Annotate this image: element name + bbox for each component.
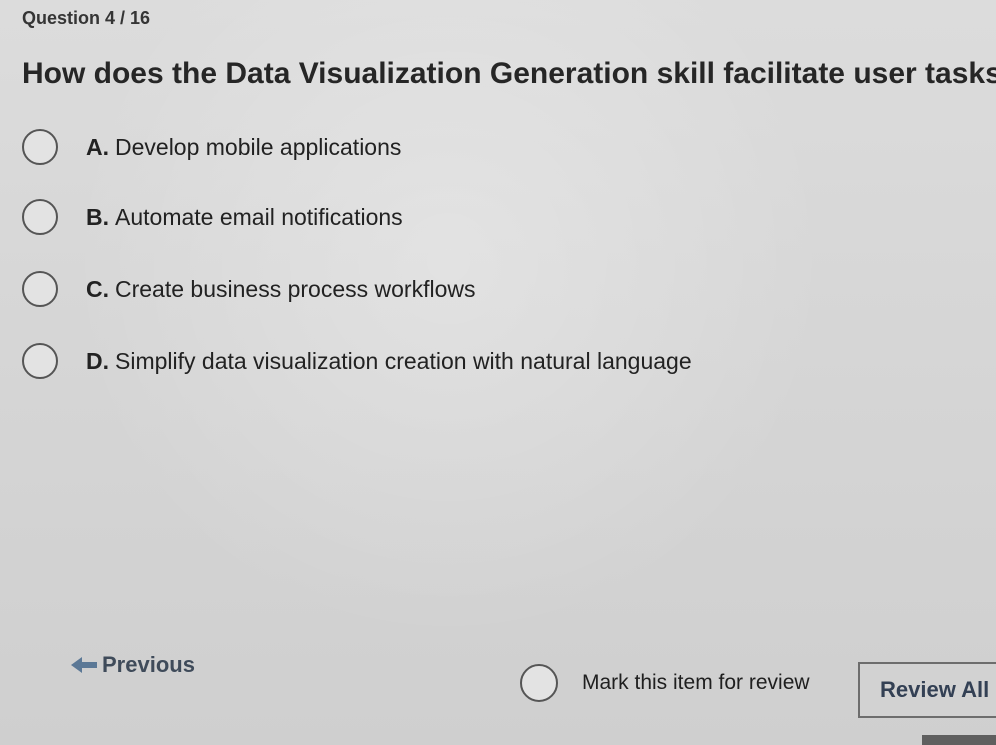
answer-label: A. Develop mobile applications (86, 134, 401, 161)
radio-button[interactable] (22, 271, 58, 307)
answer-letter: B. (86, 203, 109, 230)
answer-option-b[interactable]: B. Automate email notifications (22, 196, 403, 238)
review-all-button[interactable]: Review All (858, 662, 996, 718)
radio-button[interactable] (22, 343, 58, 379)
mark-review-radio[interactable] (520, 664, 558, 702)
mark-for-review[interactable]: Mark this item for review (520, 664, 810, 702)
answer-option-a[interactable]: A. Develop mobile applications (22, 126, 401, 168)
mark-review-label: Mark this item for review (582, 671, 810, 694)
previous-label: Previous (102, 652, 195, 677)
answer-option-c[interactable]: C. Create business process workflows (22, 268, 475, 310)
answer-label: C. Create business process workflows (86, 276, 475, 303)
answer-text: Simplify data visualization creation wit… (115, 347, 692, 374)
answer-option-d[interactable]: D. Simplify data visualization creation w… (22, 340, 692, 382)
answer-letter: A. (86, 133, 109, 160)
answer-text: Automate email notifications (115, 203, 403, 230)
arrow-left-icon (70, 655, 98, 675)
answer-text: Create business process workflows (115, 275, 476, 302)
exam-page: Question 4 / 16 How does the Data Visual… (0, 0, 996, 745)
radio-button[interactable] (22, 129, 58, 165)
question-text: How does the Data Visualization Generati… (22, 57, 996, 90)
answer-letter: C. (86, 275, 109, 302)
answer-label: D. Simplify data visualization creation w… (86, 348, 692, 375)
answer-letter: D. (86, 347, 109, 374)
answer-text: Develop mobile applications (115, 133, 402, 160)
previous-button[interactable]: Previous (70, 652, 195, 678)
bottom-corner-bar (922, 735, 996, 745)
question-counter: Question 4 / 16 (22, 8, 151, 28)
answer-label: B. Automate email notifications (86, 204, 403, 231)
radio-button[interactable] (22, 199, 58, 235)
